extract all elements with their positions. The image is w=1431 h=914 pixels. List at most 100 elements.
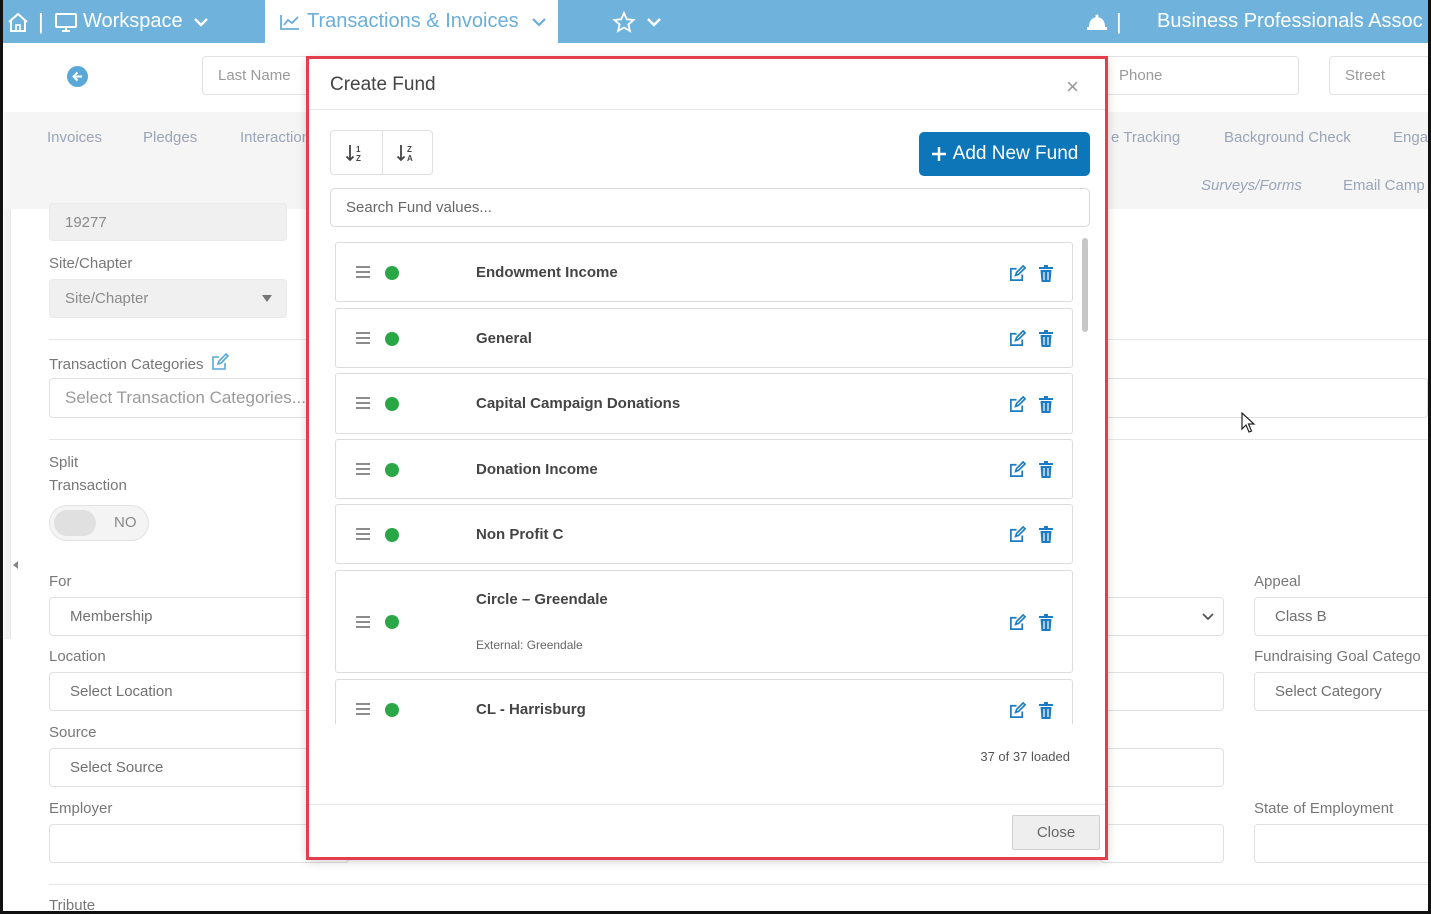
- drag-handle-icon[interactable]: [356, 266, 371, 281]
- chevron-down-icon: [1202, 613, 1214, 621]
- caret-left-icon[interactable]: [13, 561, 18, 569]
- fund-row[interactable]: General: [335, 308, 1073, 368]
- split-transaction-toggle[interactable]: NO: [49, 505, 149, 541]
- monitor-icon: [54, 12, 78, 32]
- nav-separator: |: [38, 8, 44, 34]
- modal-header: Create Fund ×: [308, 58, 1106, 110]
- edit-icon[interactable]: [1009, 461, 1026, 478]
- trash-icon[interactable]: [1039, 330, 1053, 347]
- tab-surveys-forms[interactable]: Surveys/Forms: [1201, 177, 1302, 194]
- id-field: 19277: [49, 203, 287, 241]
- organization-name[interactable]: Business Professionals Assoc: [1157, 0, 1423, 43]
- collapse-rail[interactable]: [4, 209, 11, 639]
- notification-bell-icon[interactable]: [1086, 0, 1108, 43]
- drag-handle-icon[interactable]: [356, 463, 371, 478]
- back-arrow-icon[interactable]: [67, 66, 88, 87]
- trash-icon[interactable]: [1039, 265, 1053, 282]
- caret-down-icon: [262, 295, 272, 302]
- tab-background-check[interactable]: Background Check: [1224, 129, 1351, 146]
- for-label: For: [49, 573, 72, 590]
- svg-text:Z: Z: [407, 145, 412, 154]
- scrollbar-thumb[interactable]: [1082, 238, 1088, 332]
- employer-label: Employer: [49, 800, 113, 817]
- form-field[interactable]: [1100, 748, 1224, 787]
- tab-interactions[interactable]: Interaction: [240, 129, 310, 146]
- street-input[interactable]: Street: [1329, 56, 1431, 95]
- workspace-menu[interactable]: Workspace: [54, 0, 209, 43]
- edit-icon[interactable]: [1009, 526, 1026, 543]
- tab-email-campaigns[interactable]: Email Camp: [1343, 177, 1425, 194]
- fund-name: Endowment Income: [476, 264, 618, 281]
- transaction-categories-label: Transaction Categories: [49, 352, 229, 373]
- trash-icon[interactable]: [1039, 396, 1053, 413]
- home-icon[interactable]: [6, 0, 30, 43]
- drag-handle-icon[interactable]: [356, 703, 371, 718]
- plus-icon: [931, 147, 946, 161]
- tab-tracking[interactable]: e Tracking: [1111, 129, 1180, 146]
- add-new-fund-button[interactable]: Add New Fund: [919, 132, 1090, 176]
- chevron-down-icon: [193, 17, 209, 27]
- fund-row[interactable]: Capital Campaign Donations: [335, 373, 1073, 434]
- site-chapter-select[interactable]: Site/Chapter: [49, 279, 287, 318]
- drag-handle-icon[interactable]: [356, 397, 371, 412]
- drag-handle-icon[interactable]: [356, 332, 371, 347]
- site-chapter-value: Site/Chapter: [65, 290, 149, 307]
- sort-descending-icon: Z A: [397, 144, 413, 163]
- create-fund-modal: Create Fund × 1 Z Z A Add New Fund Searc…: [308, 58, 1106, 858]
- status-dot: [385, 266, 399, 280]
- toggle-knob: [54, 510, 96, 536]
- source-select[interactable]: Select Source: [49, 748, 349, 787]
- for-select[interactable]: Membership: [49, 597, 349, 636]
- sort-ascending-button[interactable]: 1 Z: [331, 131, 382, 174]
- close-icon[interactable]: ×: [1066, 74, 1079, 100]
- edit-icon[interactable]: [1009, 396, 1026, 413]
- phone-input[interactable]: Phone: [1103, 56, 1299, 95]
- drag-handle-icon[interactable]: [356, 528, 371, 543]
- location-select[interactable]: Select Location: [49, 672, 349, 711]
- fund-name: CL - Harrisburg: [476, 701, 586, 718]
- appeal-select[interactable]: Class B: [1254, 597, 1431, 636]
- tab-engagement[interactable]: Enga: [1393, 129, 1428, 146]
- edit-icon[interactable]: [1009, 330, 1026, 347]
- fundraising-goal-select[interactable]: Select Category: [1254, 672, 1431, 711]
- appeal-label: Appeal: [1254, 573, 1301, 590]
- close-button[interactable]: Close: [1012, 815, 1100, 850]
- status-dot: [385, 397, 399, 411]
- drag-handle-icon[interactable]: [356, 616, 371, 631]
- star-icon: [612, 10, 636, 33]
- divider: [49, 884, 1428, 885]
- tab-pledges[interactable]: Pledges: [143, 129, 197, 146]
- campaign-select[interactable]: [1100, 597, 1224, 636]
- trash-icon[interactable]: [1039, 461, 1053, 478]
- fund-row[interactable]: Donation Income: [335, 439, 1073, 499]
- edit-icon[interactable]: [1009, 614, 1026, 631]
- svg-text:A: A: [407, 154, 413, 163]
- fund-row[interactable]: CL - Harrisburg: [335, 679, 1073, 724]
- transactions-invoices-tab[interactable]: Transactions & Invoices: [265, 0, 558, 43]
- state-of-employment-input[interactable]: [1254, 824, 1431, 863]
- edit-icon[interactable]: [211, 352, 229, 371]
- form-field[interactable]: [1100, 672, 1224, 711]
- sort-descending-button[interactable]: Z A: [381, 131, 433, 174]
- chevron-down-icon: [531, 17, 547, 27]
- favorites-menu[interactable]: [612, 0, 662, 43]
- status-dot: [385, 463, 399, 477]
- trash-icon[interactable]: [1039, 526, 1053, 543]
- edit-icon[interactable]: [1009, 265, 1026, 282]
- trash-icon[interactable]: [1039, 702, 1053, 719]
- fund-row[interactable]: Non Profit C: [335, 504, 1073, 564]
- fund-name: General: [476, 330, 532, 347]
- form-field[interactable]: [1100, 824, 1224, 863]
- fund-list-scrollbar[interactable]: [1081, 236, 1089, 726]
- employer-input[interactable]: [49, 824, 349, 863]
- svg-text:Z: Z: [356, 154, 361, 163]
- top-navigation-bar: | Workspace Transactions & Invoices | Bu…: [0, 0, 1431, 43]
- fund-row[interactable]: Circle – Greendale External: Greendale: [335, 570, 1073, 673]
- fund-search-input[interactable]: Search Fund values...: [330, 188, 1090, 227]
- trash-icon[interactable]: [1039, 614, 1053, 631]
- edit-icon[interactable]: [1009, 702, 1026, 719]
- fund-row[interactable]: Endowment Income: [335, 242, 1073, 302]
- workspace-label: Workspace: [83, 10, 183, 32]
- tab-invoices[interactable]: Invoices: [47, 129, 102, 146]
- fund-name: Circle – Greendale: [476, 591, 608, 608]
